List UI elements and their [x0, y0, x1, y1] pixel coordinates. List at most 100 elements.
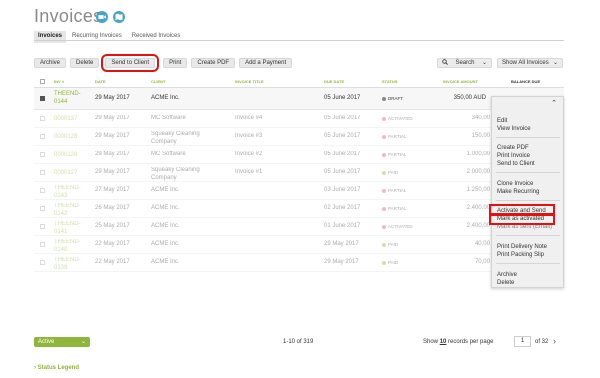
menu-view-invoice[interactable]: View Invoice — [497, 126, 531, 132]
menu-make-recurring[interactable]: Make Recurring — [497, 189, 539, 195]
status-label: PAID — [388, 170, 399, 175]
header-due[interactable]: DUE DATE — [324, 79, 344, 84]
row-checkbox[interactable] — [40, 96, 45, 101]
action-toolbar: Archive Delete Send to Client Print Crea… — [34, 54, 296, 72]
status-dot-icon — [382, 96, 386, 101]
menu-print-packing-slip[interactable]: Print Packing Slip — [497, 252, 544, 258]
row-checkbox[interactable] — [40, 116, 45, 121]
archive-button[interactable]: Archive — [34, 58, 67, 68]
status-label: PARTIAL — [388, 152, 407, 157]
menu-print-delivery-note[interactable]: Print Delivery Note — [497, 244, 547, 250]
add-payment-button[interactable]: Add a Payment — [239, 58, 293, 68]
invoice-number-link[interactable]: 0000137 — [54, 115, 77, 123]
row-checkbox[interactable] — [40, 170, 45, 175]
header-title[interactable]: INVOICE TITLE — [235, 79, 264, 84]
header-balance[interactable]: BALANCE DUE — [511, 79, 540, 84]
row-checkbox[interactable] — [40, 206, 45, 211]
status-badge: ACTIVATED — [382, 116, 413, 121]
row-checkbox[interactable] — [40, 260, 45, 265]
invoice-number-link[interactable]: THEEND-0144 — [54, 90, 84, 106]
row-checkbox[interactable] — [40, 134, 45, 139]
delete-button[interactable]: Delete — [70, 58, 100, 68]
show-prefix: Show — [423, 339, 439, 345]
status-badge: PAID — [382, 170, 398, 175]
menu-edit[interactable]: Edit — [497, 118, 507, 124]
page-number-input[interactable]: 1 — [514, 336, 531, 347]
invoice-number-link[interactable]: THEEND-0139 — [54, 256, 84, 272]
status-label: PARTIAL — [388, 188, 407, 193]
client-name: Squeaky Cleaning Company — [151, 131, 200, 145]
header-date[interactable]: DATE — [95, 79, 106, 84]
invoice-date: 29 May 2017 — [95, 133, 130, 139]
menu-archive[interactable]: Archive — [497, 272, 517, 278]
menu-delete[interactable]: Delete — [497, 280, 514, 286]
menu-print-invoice[interactable]: Print Invoice — [497, 153, 530, 159]
status-dot-icon — [382, 152, 386, 157]
show-suffix: records per page — [448, 339, 494, 345]
table-row[interactable]: THEEND-0142 26 May 2017 ACME Inc. 02 June 2… — [34, 200, 564, 218]
row-checkbox[interactable] — [40, 152, 45, 157]
video-icon[interactable] — [96, 11, 108, 23]
client-name: ACME Inc. — [151, 223, 180, 229]
row-actions-menu: ⌃ Edit View Invoice Create PDF Print Inv… — [491, 96, 564, 288]
table-row[interactable]: THEEND-0140 22 May 2017 ACME Inc. 29 May 20… — [34, 236, 564, 254]
map-icon[interactable] — [113, 11, 125, 23]
mark-as-activated-highlight — [489, 214, 555, 225]
due-date: 05 June 2017 — [324, 133, 361, 139]
menu-divider — [496, 172, 560, 173]
invoice-number-link[interactable]: THEEND-0142 — [54, 202, 84, 218]
client-name: ACME Inc. — [151, 241, 180, 247]
invoice-number-link[interactable]: 0000127 — [54, 169, 77, 177]
status-filter-select[interactable]: Active ⌄ — [34, 337, 90, 347]
invoice-number-link[interactable]: THEEND-0143 — [54, 184, 84, 200]
status-label: PARTIAL — [388, 206, 407, 211]
next-page-icon[interactable]: › — [553, 336, 556, 346]
status-legend-toggle[interactable]: › Status Legend — [34, 365, 79, 371]
page-count: of 32 — [535, 339, 549, 345]
header-status[interactable]: STATUS — [382, 79, 397, 84]
search-button[interactable]: Search ⌄ — [437, 58, 492, 68]
tab-recurring-invoices[interactable]: Recurring Invoices — [68, 31, 126, 43]
create-pdf-button[interactable]: Create PDF — [191, 58, 236, 68]
show-all-invoices-select[interactable]: Show All Invoices ⌄ — [497, 58, 563, 68]
invoice-number-link[interactable]: 0000128 — [54, 151, 77, 159]
header-inv[interactable]: INV # — [54, 79, 64, 84]
invoice-number-link[interactable]: THEEND-0140 — [54, 238, 84, 254]
table-row[interactable]: THEEND-0141 25 May 2017 ACME Inc. 01 June 2… — [34, 218, 564, 236]
menu-send-to-client[interactable]: Send to Client — [497, 161, 535, 167]
table-row[interactable]: THEEND-0143 27 May 2017 ACME Inc. 03 June 2… — [34, 182, 564, 200]
status-label: PAID — [388, 242, 399, 247]
status-badge: PARTIAL — [382, 206, 406, 211]
chevron-up-icon[interactable]: ⌃ — [551, 99, 557, 107]
table-row[interactable]: THEEND-0144 29 May 2017 ACME Inc. 05 June 2… — [34, 88, 564, 110]
invoice-number-link[interactable]: THEEND-0141 — [54, 220, 84, 236]
row-checkbox[interactable] — [40, 224, 45, 229]
row-checkbox[interactable] — [40, 242, 45, 247]
select-all-checkbox[interactable] — [40, 79, 45, 84]
status-legend-label: Status Legend — [37, 365, 80, 371]
table-row[interactable]: 0000128 29 May 2017 MC Software Invoice #2 0… — [34, 146, 564, 164]
table-row[interactable]: 0000127 29 May 2017 Squeaky Cleaning Compa… — [34, 164, 564, 182]
tab-invoices[interactable]: Invoices — [34, 31, 67, 43]
invoice-number-link[interactable]: 0000128 — [54, 133, 77, 141]
status-dot-icon — [382, 170, 386, 175]
send-to-client-button[interactable]: Send to Client — [101, 54, 160, 72]
chevron-right-icon: › — [34, 365, 36, 371]
show-all-label: Show All Invoices — [502, 60, 549, 66]
tab-divider — [34, 40, 564, 41]
print-button[interactable]: Print — [163, 58, 188, 68]
status-label: PARTIAL — [388, 134, 407, 139]
table-row[interactable]: THEEND-0139 22 May 2017 ACME Inc. 29 May 20… — [34, 254, 564, 272]
table-row[interactable]: 0000128 29 May 2017 Squeaky Cleaning Compa… — [34, 128, 564, 146]
header-client[interactable]: CLIENT — [151, 79, 165, 84]
status-label: ACTIVATED — [388, 116, 413, 121]
records-per-page-select[interactable]: 10 — [440, 339, 447, 345]
invoice-date: 29 May 2017 — [95, 169, 130, 175]
row-checkbox[interactable] — [40, 188, 45, 193]
header-amount[interactable]: INVOICE AMOUNT — [443, 79, 478, 84]
table-row[interactable]: 0000137 29 May 2017 MC Software Invoice #4 0… — [34, 110, 564, 128]
tab-received-invoices[interactable]: Received Invoices — [128, 31, 185, 43]
menu-divider — [496, 137, 560, 138]
menu-create-pdf[interactable]: Create PDF — [497, 145, 529, 151]
menu-clone-invoice[interactable]: Clone Invoice — [497, 181, 533, 187]
